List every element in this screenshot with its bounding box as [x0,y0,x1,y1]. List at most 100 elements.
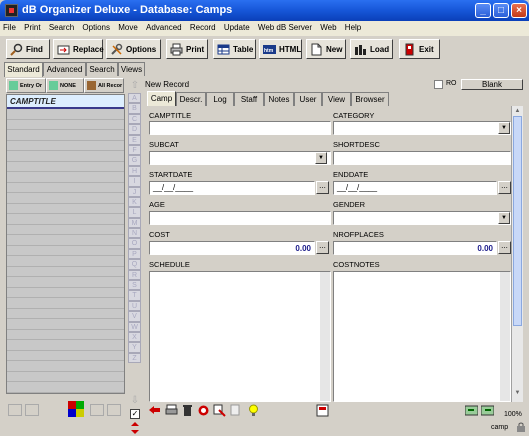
list-item[interactable] [7,120,124,130]
scroll-up-arrow-icon[interactable]: ⇧ [129,80,141,92]
scroll-thumb[interactable] [513,116,522,326]
tab-camp[interactable]: Camp [147,91,176,106]
menu-move[interactable]: Move [115,21,141,32]
lightbulb-icon[interactable] [247,404,260,417]
all-records-button[interactable]: All Recor [84,78,124,93]
list-item[interactable] [7,193,124,204]
entry-order-button[interactable]: Entry Or [6,78,46,93]
tab-view[interactable]: View [322,92,351,106]
letter-index-item[interactable]: L [128,207,141,218]
select-checkbox[interactable]: ✓ [130,409,140,419]
colors-icon[interactable] [68,401,84,417]
prev-record-button[interactable] [25,404,39,416]
html-button[interactable]: htm HTML [259,39,302,59]
tab-browser[interactable]: Browser [351,92,389,106]
list-item[interactable] [7,288,124,298]
options-button[interactable]: Options [106,39,161,59]
list-item[interactable] [7,277,124,288]
replace-button[interactable]: Replace [53,39,104,59]
menu-web[interactable]: Web [317,21,339,32]
letter-index-item[interactable]: V [128,311,141,322]
letter-index-item[interactable]: C [128,113,141,125]
menu-record[interactable]: Record [187,21,219,32]
letter-index-item[interactable]: E [128,134,141,145]
enddate-field[interactable]: __/__/____ [333,181,497,195]
menu-print[interactable]: Print [21,21,43,32]
scroll-down-arrow-icon[interactable]: ⇩ [129,395,141,407]
costnotes-scrollbar[interactable] [500,272,510,401]
scroll-down-icon[interactable]: ▼ [513,390,522,399]
tab-search[interactable]: Search [86,62,118,76]
letter-index-item[interactable]: K [128,196,141,208]
tab-advanced[interactable]: Advanced [43,62,86,76]
menu-help[interactable]: Help [342,21,364,32]
chevron-down-icon[interactable]: ▼ [315,152,327,164]
list-item[interactable] [7,183,124,193]
list-item[interactable] [7,225,124,235]
list-item[interactable] [7,151,124,162]
table-button[interactable]: Table [213,39,256,59]
letter-index-item[interactable]: N [128,228,141,239]
letter-index-item[interactable]: Q [128,259,141,270]
camptitle-field[interactable] [149,121,331,135]
read-only-checkbox[interactable] [434,80,443,89]
gender-dropdown[interactable] [333,211,511,225]
load-button[interactable]: Load [350,39,393,59]
shortdesc-field[interactable] [333,151,511,165]
undo-icon[interactable] [197,404,210,417]
letter-index-item[interactable]: A [128,93,141,104]
list-item[interactable] [7,319,124,330]
letter-index-item[interactable]: X [128,331,141,343]
list-item[interactable] [7,309,124,319]
list-item[interactable] [7,130,124,141]
list-item[interactable] [7,141,124,151]
tab-staff[interactable]: Staff [234,92,264,106]
chevron-down-icon[interactable]: ▼ [498,212,510,224]
tab-standard[interactable]: Standard [4,62,43,77]
letter-index-item[interactable]: Y [128,342,141,353]
letter-index-item[interactable]: W [128,321,141,332]
letter-index-item[interactable]: J [128,186,141,197]
import-icon[interactable] [464,404,479,417]
tab-views[interactable]: Views [118,62,145,76]
next-record-button[interactable] [90,404,104,416]
first-record-button[interactable] [8,404,22,416]
menu-options[interactable]: Options [79,21,113,32]
form-scrollbar[interactable]: ▲ ▼ [511,106,523,402]
copy-record-icon[interactable] [213,404,226,417]
list-item[interactable] [7,172,124,183]
list-item[interactable] [7,361,124,372]
none-filter-button[interactable]: NONE [46,78,84,93]
report-icon[interactable] [316,404,329,417]
new-button[interactable]: New [306,39,346,59]
list-header-camptitle[interactable]: CAMPTITLE [7,95,124,109]
list-item[interactable] [7,351,124,361]
menu-advanced[interactable]: Advanced [143,21,185,32]
category-dropdown[interactable] [333,121,511,135]
list-item[interactable] [7,330,124,340]
exit-button[interactable]: Exit [399,39,440,59]
letter-index-item[interactable]: G [128,155,141,166]
letter-index-item[interactable]: Z [128,352,141,364]
startdate-picker-button[interactable]: ... [316,181,329,194]
tab-log[interactable]: Log [206,92,234,106]
menu-web-db-server[interactable]: Web dB Server [255,21,315,32]
letter-index-item[interactable]: R [128,269,141,281]
letter-index-item[interactable]: P [128,248,141,260]
schedule-textarea[interactable] [149,271,331,402]
close-button[interactable]: × [511,3,527,18]
list-item[interactable] [7,298,124,309]
letter-index-item[interactable]: S [128,280,141,291]
tab-descr[interactable]: Descr. [176,92,206,106]
nrofplaces-field[interactable]: 0.00 [333,241,497,255]
printer-icon[interactable] [165,404,178,417]
export-icon[interactable] [480,404,495,417]
subcat-dropdown[interactable] [149,151,331,165]
schedule-scrollbar[interactable] [320,272,330,401]
costnotes-textarea[interactable] [333,271,511,402]
list-item[interactable] [7,256,124,267]
cost-field[interactable]: 0.00 [149,241,315,255]
menu-update[interactable]: Update [221,21,253,32]
age-field[interactable] [149,211,331,225]
letter-index-item[interactable]: M [128,217,141,229]
